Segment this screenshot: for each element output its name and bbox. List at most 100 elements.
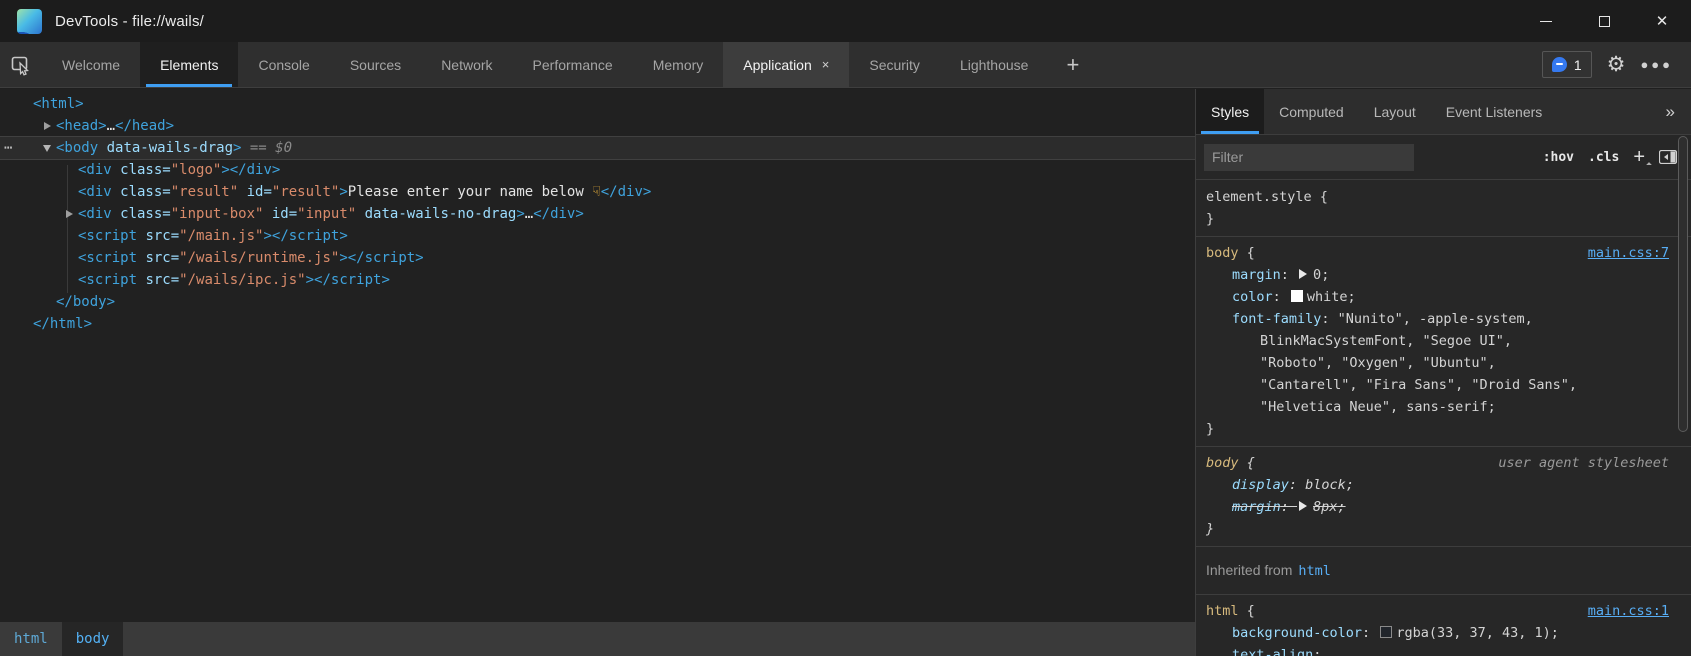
css-property-margin[interactable]: margin: 0;: [1206, 264, 1675, 286]
property-colon: :: [1321, 311, 1337, 327]
property-name[interactable]: margin: [1232, 499, 1281, 515]
rule-header: body {main.css:7: [1206, 242, 1675, 264]
rule-selector[interactable]: body: [1206, 455, 1239, 471]
styles-filter-input[interactable]: [1204, 144, 1414, 171]
tab-label: Performance: [533, 57, 613, 73]
expand-arrow-icon[interactable]: [40, 115, 54, 137]
class-toggle[interactable]: .cls: [1588, 150, 1619, 165]
semicolon: ;: [1346, 477, 1354, 493]
dom-node[interactable]: <html>: [0, 93, 1195, 115]
sidebar-scrollbar-thumb[interactable]: [1678, 136, 1688, 432]
color-swatch[interactable]: [1291, 290, 1303, 302]
sidebar-tab-computed[interactable]: Computed: [1264, 89, 1359, 134]
close-tab-icon[interactable]: ×: [822, 57, 830, 72]
style-rule-html: html {main.css:1background-color: rgba(3…: [1196, 595, 1691, 656]
stylesheet-link[interactable]: main.css:1: [1588, 600, 1669, 622]
tab-network[interactable]: Network: [421, 42, 512, 87]
tab-performance[interactable]: Performance: [513, 42, 633, 87]
dom-node[interactable]: <div class="input-box" id="input" data-w…: [0, 203, 1195, 225]
customize-menu-button[interactable]: ●●●: [1640, 57, 1673, 72]
dom-node[interactable]: <script src="/main.js"></script>: [0, 225, 1195, 247]
inspect-element-button[interactable]: [0, 42, 42, 87]
settings-button[interactable]: ⚙: [1607, 54, 1626, 75]
color-swatch[interactable]: [1380, 626, 1392, 638]
syntax-token: class=: [112, 206, 171, 222]
dom-node[interactable]: </html>: [0, 313, 1195, 335]
css-property-display[interactable]: display: block;: [1206, 474, 1675, 496]
dom-node-selected[interactable]: ⋯<body data-wails-drag> == $0: [0, 137, 1195, 159]
property-name[interactable]: background-color: [1232, 625, 1362, 641]
dom-node[interactable]: <div class="result" id="result">Please e…: [0, 181, 1195, 203]
tab-overflow-chevron-icon[interactable]: »: [1650, 89, 1691, 134]
sidebar-tab-event-listeners[interactable]: Event Listeners: [1431, 89, 1558, 134]
main-split: <html><head>…</head>⋯<body data-wails-dr…: [0, 89, 1691, 656]
window-controls: ✕: [1517, 0, 1691, 42]
property-name[interactable]: font-family: [1232, 311, 1321, 327]
pseudo-state-toggle[interactable]: :hov: [1543, 150, 1574, 165]
property-value-wrapped[interactable]: "Cantarell", "Fira Sans", "Droid Sans",: [1206, 374, 1675, 396]
dom-node[interactable]: <head>…</head>: [0, 115, 1195, 137]
tab-lighthouse[interactable]: Lighthouse: [940, 42, 1049, 87]
property-value[interactable]: white: [1307, 289, 1348, 305]
property-value-wrapped[interactable]: BlinkMacSystemFont, "Segoe UI",: [1206, 330, 1675, 352]
tab-label: Sources: [350, 57, 401, 73]
expand-value-arrow-icon[interactable]: [1299, 269, 1307, 279]
property-value-wrapped[interactable]: "Roboto", "Oxygen", "Ubuntu",: [1206, 352, 1675, 374]
sidebar-toggle-icon[interactable]: [1659, 150, 1677, 164]
tab-welcome[interactable]: Welcome: [42, 42, 140, 87]
sidebar-tab-styles[interactable]: Styles: [1196, 89, 1264, 134]
node-more-actions-icon[interactable]: ⋯: [4, 137, 13, 159]
css-property-color[interactable]: color: white;: [1206, 286, 1675, 308]
syntax-token: >: [516, 206, 524, 222]
dom-node[interactable]: </body>: [0, 291, 1195, 313]
expand-arrow-icon[interactable]: [62, 203, 76, 225]
rule-selector[interactable]: body: [1206, 245, 1239, 261]
panel-tabs: WelcomeElementsConsole Sources Network Perf…: [42, 42, 1048, 87]
property-name[interactable]: margin: [1232, 267, 1281, 283]
breadcrumb-item-html[interactable]: html: [0, 622, 62, 656]
tab-application[interactable]: Application×: [723, 42, 849, 87]
breadcrumb-item-body[interactable]: body: [62, 622, 124, 656]
sidebar-tab-layout[interactable]: Layout: [1359, 89, 1431, 134]
dom-node[interactable]: <script src="/wails/ipc.js"></script>: [0, 269, 1195, 291]
property-name[interactable]: text-align: [1232, 647, 1313, 656]
dom-node[interactable]: <div class="logo"></div>: [0, 159, 1195, 181]
property-value[interactable]: rgba(33, 37, 43, 1): [1396, 625, 1550, 641]
property-name[interactable]: color: [1232, 289, 1273, 305]
tab-elements[interactable]: Elements: [140, 42, 238, 87]
minimize-button[interactable]: [1517, 0, 1575, 42]
syntax-token: id=: [263, 206, 297, 222]
property-value-wrapped[interactable]: "Helvetica Neue", sans-serif;: [1206, 396, 1675, 418]
property-value[interactable]: block: [1305, 477, 1346, 493]
tab-memory[interactable]: Memory: [633, 42, 724, 87]
property-name[interactable]: display: [1232, 477, 1289, 493]
styles-sidebar: StylesComputedLayoutEvent Listeners » :ho…: [1196, 89, 1691, 656]
css-property-background-color[interactable]: background-color: rgba(33, 37, 43, 1);: [1206, 622, 1675, 644]
add-panel-button[interactable]: +: [1048, 42, 1097, 87]
tab-sources[interactable]: Sources: [330, 42, 421, 87]
rule-selector[interactable]: element.style: [1206, 189, 1312, 205]
syntax-token: src=: [137, 250, 179, 266]
expand-value-arrow-icon[interactable]: [1299, 501, 1307, 511]
tab-console[interactable]: Console: [238, 42, 329, 87]
semicolon: ;: [1551, 625, 1559, 641]
collapse-arrow-icon[interactable]: [40, 137, 54, 159]
dom-node[interactable]: <script src="/wails/runtime.js"></script…: [0, 247, 1195, 269]
issues-counter-button[interactable]: 1: [1542, 51, 1592, 78]
close-button[interactable]: ✕: [1633, 0, 1691, 42]
property-value[interactable]: "Nunito", -apple-system,: [1338, 311, 1533, 327]
property-value[interactable]: 0: [1313, 267, 1321, 283]
css-property-margin[interactable]: margin: 8px;: [1206, 496, 1675, 518]
add-tab-icon: +: [1066, 52, 1079, 78]
tab-security[interactable]: Security: [849, 42, 940, 87]
style-rule-element-style: element.style {}: [1196, 181, 1691, 237]
css-property-font-family[interactable]: font-family: "Nunito", -apple-system,: [1206, 308, 1675, 330]
inherited-element-link[interactable]: html: [1298, 563, 1331, 579]
rule-selector[interactable]: html: [1206, 603, 1239, 619]
stylesheet-link[interactable]: main.css:7: [1588, 242, 1669, 264]
syntax-token: ></script>: [306, 272, 390, 288]
new-style-rule-button[interactable]: +: [1633, 147, 1645, 167]
css-property-text-align[interactable]: text-align:: [1206, 644, 1675, 656]
property-value[interactable]: 8px: [1313, 499, 1337, 515]
maximize-button[interactable]: [1575, 0, 1633, 42]
